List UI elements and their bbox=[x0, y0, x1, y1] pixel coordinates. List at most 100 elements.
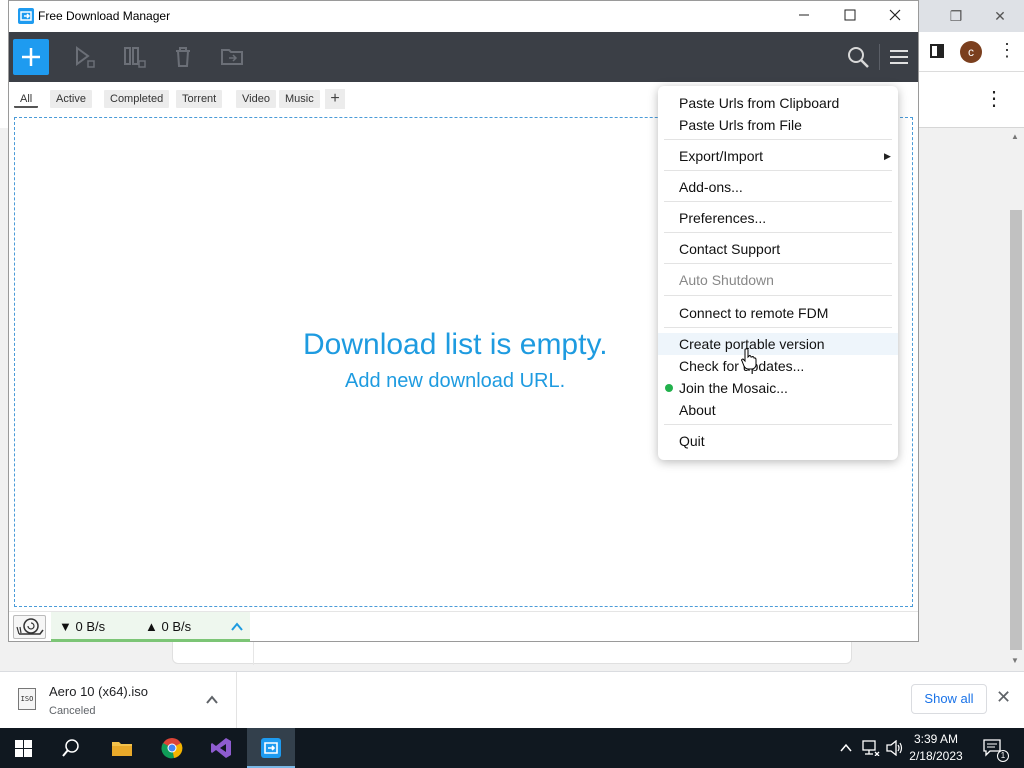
restore-icon[interactable]: ❐ bbox=[946, 6, 966, 26]
chrome-toolbar: c ⋮ bbox=[918, 32, 1024, 72]
tab-music[interactable]: Music bbox=[279, 90, 320, 108]
menu-separator bbox=[664, 424, 892, 425]
menu-item-contact-support[interactable]: Contact Support bbox=[658, 238, 898, 260]
menu-item-join-mosaic[interactable]: Join the Mosaic... bbox=[658, 377, 898, 399]
menu-item-auto-shutdown: Auto Shutdown bbox=[679, 272, 774, 288]
add-download-button[interactable] bbox=[13, 39, 49, 75]
chevron-up-icon[interactable] bbox=[231, 622, 243, 632]
fdm-app-icon bbox=[18, 8, 34, 24]
pause-icon[interactable] bbox=[122, 45, 146, 69]
menu-separator bbox=[664, 139, 892, 140]
menu-item-label: Join the Mosaic... bbox=[679, 380, 788, 396]
network-icon[interactable] bbox=[862, 740, 880, 756]
menu-item-about[interactable]: About bbox=[658, 399, 898, 421]
scroll-up-icon[interactable]: ▲ bbox=[1011, 132, 1019, 141]
menu-item-quit[interactable]: Quit bbox=[658, 430, 898, 452]
speed-panel[interactable]: ▼ 0 B/s ▲ 0 B/s bbox=[51, 612, 250, 642]
chrome-titlebar: ❐ ✕ bbox=[918, 0, 1024, 32]
more-options-icon[interactable]: ⋮ bbox=[984, 86, 1004, 111]
add-tab-button[interactable]: + bbox=[325, 89, 345, 109]
snail-icon bbox=[16, 618, 44, 635]
clock-date[interactable]: 2/18/2023 bbox=[905, 749, 967, 763]
file-explorer-app[interactable] bbox=[98, 728, 146, 768]
visual-studio-icon bbox=[211, 738, 231, 758]
menu-separator bbox=[664, 295, 892, 296]
notification-count-badge: 1 bbox=[997, 750, 1009, 762]
add-download-link[interactable]: Add new download URL. bbox=[345, 370, 565, 393]
empty-list-title: Download list is empty. bbox=[303, 328, 608, 361]
windows-taskbar: 3:39 AM 2/18/2023 1 bbox=[0, 728, 1024, 768]
menu-item-paste-file[interactable]: Paste Urls from File bbox=[658, 114, 898, 136]
scroll-down-icon[interactable]: ▼ bbox=[1011, 656, 1019, 665]
menu-item-portable-version[interactable]: Create portable version bbox=[658, 333, 898, 355]
visual-studio-app[interactable] bbox=[197, 728, 245, 768]
menu-separator bbox=[664, 327, 892, 328]
folder-icon bbox=[112, 742, 132, 756]
chrome-app[interactable] bbox=[148, 728, 196, 768]
iso-file-icon: ISO bbox=[18, 688, 36, 710]
minimize-button[interactable] bbox=[781, 1, 827, 32]
snail-mode-button[interactable] bbox=[13, 615, 46, 639]
chrome-content-header: ⋮ bbox=[918, 72, 1024, 128]
search-icon[interactable] bbox=[846, 45, 870, 69]
menu-item-label: Export/Import bbox=[679, 148, 764, 164]
menu-item-preferences[interactable]: Preferences... bbox=[658, 207, 898, 229]
maximize-button[interactable] bbox=[827, 1, 873, 32]
scroll-thumb[interactable] bbox=[1010, 210, 1022, 650]
upload-speed: ▲ 0 B/s bbox=[145, 619, 192, 634]
menu-separator bbox=[664, 263, 892, 264]
menu-item-paste-clipboard[interactable]: Paste Urls from Clipboard bbox=[658, 92, 898, 114]
tab-completed[interactable]: Completed bbox=[104, 90, 170, 108]
download-file-name: Aero 10 (x64).iso bbox=[49, 684, 148, 699]
fdm-app-icon bbox=[261, 738, 281, 758]
main-menu: Paste Urls from Clipboard Paste Urls fro… bbox=[658, 86, 898, 460]
chevron-up-icon[interactable] bbox=[206, 694, 218, 706]
tab-active[interactable]: Active bbox=[50, 90, 92, 108]
tab-video[interactable]: Video bbox=[236, 90, 276, 108]
submenu-arrow-icon: ▶ bbox=[884, 151, 891, 161]
minimize-icon bbox=[799, 14, 809, 16]
status-dot-icon bbox=[665, 384, 673, 392]
download-status: Canceled bbox=[49, 705, 96, 717]
window-title: Free Download Manager bbox=[38, 9, 171, 23]
close-icon bbox=[889, 9, 901, 21]
download-shelf: ISO Aero 10 (x64).iso Canceled Show all … bbox=[0, 671, 1024, 729]
kebab-menu-icon[interactable]: ⋮ bbox=[998, 40, 1016, 61]
download-item[interactable]: ISO Aero 10 (x64).iso Canceled bbox=[0, 672, 237, 729]
close-shelf-icon[interactable]: ✕ bbox=[996, 687, 1011, 708]
side-panel-icon[interactable] bbox=[930, 44, 944, 58]
search-icon[interactable] bbox=[62, 739, 80, 757]
menu-item-connect-remote[interactable]: Connect to remote FDM bbox=[658, 302, 898, 324]
start-icon[interactable] bbox=[72, 45, 96, 69]
delete-icon[interactable] bbox=[171, 45, 195, 69]
toolbar-divider bbox=[879, 44, 880, 70]
plus-icon bbox=[22, 48, 40, 66]
menu-item-addons[interactable]: Add-ons... bbox=[658, 176, 898, 198]
tab-all[interactable]: All bbox=[14, 90, 39, 108]
clock-time[interactable]: 3:39 AM bbox=[905, 732, 967, 746]
windows-start-icon[interactable] bbox=[15, 740, 32, 757]
status-bar: ▼ 0 B/s ▲ 0 B/s bbox=[9, 611, 918, 642]
close-button[interactable] bbox=[872, 1, 918, 32]
menu-separator bbox=[664, 201, 892, 202]
tray-chevron-up-icon[interactable] bbox=[840, 743, 852, 753]
close-icon[interactable]: ✕ bbox=[990, 6, 1010, 26]
menu-separator bbox=[664, 232, 892, 233]
fdm-toolbar bbox=[9, 32, 918, 82]
tab-torrent[interactable]: Torrent bbox=[176, 90, 223, 108]
hand-cursor-icon bbox=[741, 348, 757, 370]
profile-avatar[interactable]: c bbox=[960, 41, 982, 63]
hamburger-menu-icon[interactable] bbox=[887, 45, 911, 69]
chrome-scrollbar[interactable]: ▲ ▼ bbox=[1008, 128, 1024, 671]
fdm-titlebar: Free Download Manager bbox=[9, 1, 918, 32]
chrome-icon bbox=[161, 738, 183, 759]
menu-item-export-import[interactable]: Export/Import ▶ bbox=[658, 145, 898, 167]
move-folder-icon[interactable] bbox=[220, 45, 244, 69]
menu-item-check-updates[interactable]: Check for updates... bbox=[658, 355, 898, 377]
download-speed: ▼ 0 B/s bbox=[59, 619, 106, 634]
volume-icon[interactable] bbox=[886, 740, 904, 756]
maximize-icon bbox=[844, 9, 856, 21]
show-all-button[interactable]: Show all bbox=[911, 684, 987, 714]
fdm-taskbar-app[interactable] bbox=[247, 728, 295, 768]
menu-separator bbox=[664, 170, 892, 171]
